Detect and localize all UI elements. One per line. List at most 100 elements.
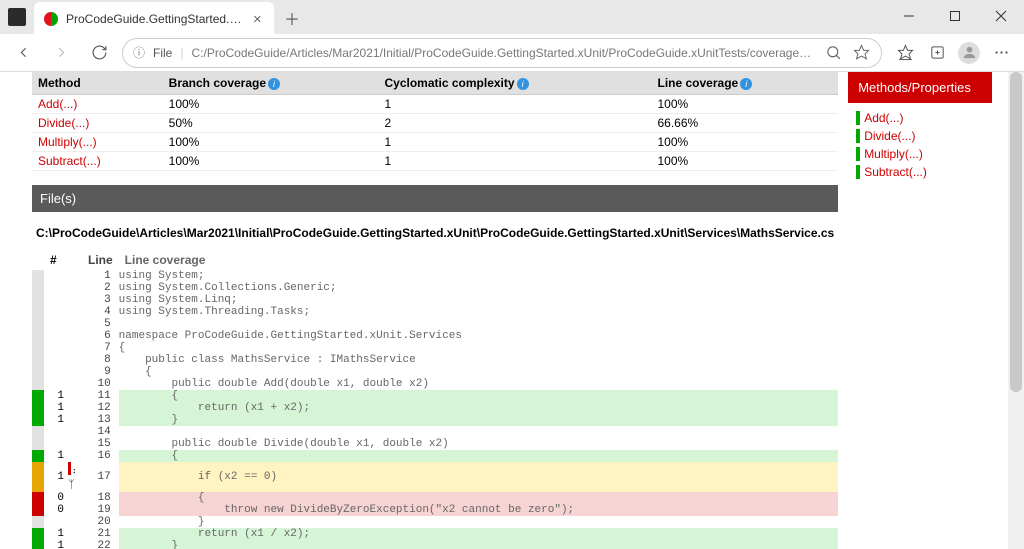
line-number: 19	[82, 504, 119, 516]
source-line: 5	[32, 318, 838, 330]
new-tab-button[interactable]: ＋	[278, 4, 306, 32]
source-line: 9 {	[32, 366, 838, 378]
hit-count	[44, 354, 68, 366]
more-button[interactable]	[986, 38, 1016, 68]
source-line: 6namespace ProCodeGuide.GettingStarted.x…	[32, 330, 838, 342]
address-bar[interactable]: ⓘ File | C:/ProCodeGuide/Articles/Mar202…	[122, 38, 882, 68]
table-row: Divide(...)50%266.66%	[32, 114, 838, 133]
code-line: {	[119, 342, 839, 354]
code-line: public double Add(double x1, double x2)	[119, 378, 839, 390]
method-link[interactable]: Subtract(...)	[38, 154, 101, 168]
hit-count	[44, 318, 68, 330]
coverage-gutter	[32, 540, 44, 549]
url-text: C:/ProCodeGuide/Articles/Mar2021/Initial…	[191, 46, 815, 60]
hit-count: 0	[44, 504, 68, 516]
source-line: 4using System.Threading.Tasks;	[32, 306, 838, 318]
coverage-gutter	[32, 270, 44, 282]
coverage-bar-icon	[856, 147, 860, 161]
scrollbar-thumb[interactable]	[1010, 72, 1022, 392]
browser-tab[interactable]: ProCodeGuide.GettingStarted.xU ✕	[34, 2, 274, 36]
hit-count	[44, 366, 68, 378]
line-number: 10	[82, 378, 119, 390]
branch-col	[68, 366, 82, 378]
code-line: using System.Linq;	[119, 294, 839, 306]
zoom-icon[interactable]	[823, 43, 843, 63]
refresh-button[interactable]	[84, 38, 114, 68]
sidebar-method-link[interactable]: Subtract(...)	[864, 165, 927, 179]
line-number: 12	[82, 402, 119, 414]
code-line: namespace ProCodeGuide.GettingStarted.xU…	[119, 330, 839, 342]
forward-button[interactable]	[46, 38, 76, 68]
sidebar-item[interactable]: Add(...)	[856, 109, 984, 127]
line-number: 9	[82, 366, 119, 378]
window-minimize-button[interactable]	[886, 0, 932, 32]
coverage-summary-table: Method Branch coveragei Cyclomatic compl…	[32, 72, 838, 171]
branch-col	[68, 516, 82, 528]
col-method: Method	[32, 72, 163, 95]
line-number: 2	[82, 282, 119, 294]
col-line: Line coveragei	[652, 72, 839, 95]
code-line: public double Divide(double x1, double x…	[119, 438, 839, 450]
source-line: 116 {	[32, 450, 838, 462]
favorite-icon[interactable]	[851, 43, 871, 63]
page-scrollbar[interactable]	[1008, 72, 1024, 549]
branch-col	[68, 294, 82, 306]
branch-col	[68, 282, 82, 294]
branch-col: ᛬ᛉ	[68, 462, 82, 492]
branch-col	[68, 390, 82, 402]
window-close-button[interactable]	[978, 0, 1024, 32]
sidebar-item[interactable]: Multiply(...)	[856, 145, 984, 163]
info-icon[interactable]: i	[517, 78, 529, 90]
favorites-button[interactable]	[890, 38, 920, 68]
coverage-bar-icon	[856, 165, 860, 179]
line-number: 16	[82, 450, 119, 462]
hit-count: 1	[44, 528, 68, 540]
code-line	[119, 318, 839, 330]
branch-col	[68, 426, 82, 438]
info-icon[interactable]: i	[268, 78, 280, 90]
sidebar-method-link[interactable]: Add(...)	[864, 111, 903, 125]
source-line: 15 public double Divide(double x1, doubl…	[32, 438, 838, 450]
app-menu-button[interactable]	[0, 0, 34, 34]
method-link[interactable]: Add(...)	[38, 97, 77, 111]
source-line: 1using System;	[32, 270, 838, 282]
sidebar-method-link[interactable]: Multiply(...)	[864, 147, 923, 161]
sidebar-item[interactable]: Subtract(...)	[856, 163, 984, 181]
line-number: 20	[82, 516, 119, 528]
titlebar: ProCodeGuide.GettingStarted.xU ✕ ＋	[0, 0, 1024, 34]
file-icon: ⓘ	[133, 44, 145, 61]
branch-col	[68, 330, 82, 342]
line-number: 21	[82, 528, 119, 540]
code-line: public class MathsService : IMathsServic…	[119, 354, 839, 366]
code-line: {	[119, 450, 839, 462]
hit-count: 1	[44, 414, 68, 426]
source-line: 113 }	[32, 414, 838, 426]
page-viewport[interactable]: Method Branch coveragei Cyclomatic compl…	[0, 72, 1024, 549]
collections-button[interactable]	[922, 38, 952, 68]
hit-count	[44, 516, 68, 528]
info-icon[interactable]: i	[740, 78, 752, 90]
method-link[interactable]: Multiply(...)	[38, 135, 97, 149]
profile-button[interactable]	[954, 38, 984, 68]
tab-close-button[interactable]: ✕	[251, 13, 264, 26]
source-line: 14	[32, 426, 838, 438]
tab-favicon	[44, 12, 58, 26]
sidebar-item[interactable]: Divide(...)	[856, 127, 984, 145]
sidebar-panel-header: Methods/Properties	[848, 72, 992, 103]
sidebar-method-link[interactable]: Divide(...)	[864, 129, 915, 143]
files-section-header: File(s)	[32, 185, 838, 212]
coverage-gutter	[32, 366, 44, 378]
branch-col	[68, 450, 82, 462]
window-maximize-button[interactable]	[932, 0, 978, 32]
source-line: 121 return (x1 / x2);	[32, 528, 838, 540]
code-line: {	[119, 366, 839, 378]
source-line: 3using System.Linq;	[32, 294, 838, 306]
coverage-gutter	[32, 378, 44, 390]
branch-col	[68, 402, 82, 414]
code-line: throw new DivideByZeroException("x2 cann…	[119, 504, 839, 516]
code-line: }	[119, 516, 839, 528]
back-button[interactable]	[8, 38, 38, 68]
method-link[interactable]: Divide(...)	[38, 116, 89, 130]
tab-title: ProCodeGuide.GettingStarted.xU	[66, 12, 243, 26]
branch-col	[68, 414, 82, 426]
